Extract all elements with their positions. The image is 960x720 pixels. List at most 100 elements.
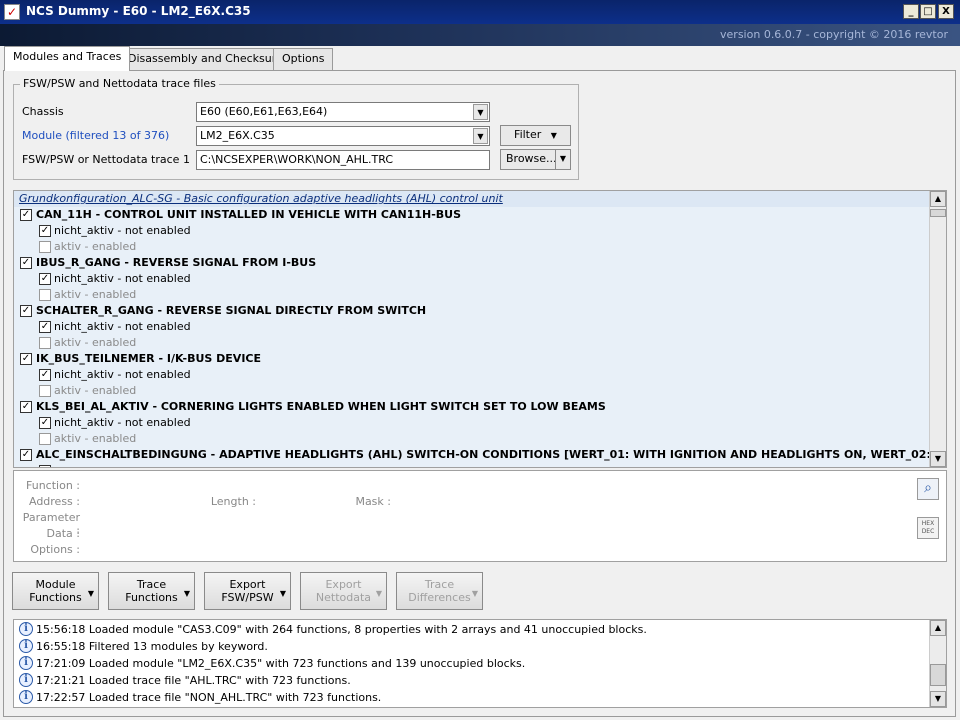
address-label: Address : <box>28 495 80 508</box>
tab-options[interactable]: Options <box>273 48 334 70</box>
maximize-button[interactable]: □ <box>920 4 936 19</box>
checkbox-checked-icon[interactable]: ✓ <box>39 321 51 333</box>
checkbox-checked-icon[interactable]: ✓ <box>39 369 51 381</box>
chevron-down-icon: ▼ <box>279 589 286 598</box>
btn-line1: Module <box>35 578 76 591</box>
tree-param-row[interactable]: ✓ KLS_BEI_AL_AKTIV - CORNERING LIGHTS EN… <box>14 399 930 415</box>
tree-param-row[interactable]: ✓ SCHALTER_R_GANG - REVERSE SIGNAL DIREC… <box>14 303 930 319</box>
tree-group-header[interactable]: Grundkonfiguration_ALC-SG - Basic config… <box>14 191 930 207</box>
mask-label: Mask : <box>355 495 391 508</box>
option-text: nicht_aktiv - not enabled <box>54 320 191 333</box>
chevron-down-icon[interactable]: ▼ <box>473 128 488 144</box>
hex-dec-toggle-button[interactable]: HEX DEC <box>917 517 939 539</box>
title-bar: ✓ NCS Dummy - E60 - LM2_E6X.C35 _ □ X <box>0 0 960 24</box>
option-text: nicht_aktiv - not enabled <box>54 224 191 237</box>
checkbox-unchecked-icon[interactable] <box>39 337 51 349</box>
checkbox-checked-icon[interactable]: ✓ <box>20 209 32 221</box>
log-list: i 15:56:18 Loaded module "CAS3.C09" with… <box>14 621 930 706</box>
tree-option-row[interactable] <box>14 463 930 467</box>
scroll-thumb[interactable] <box>930 209 946 217</box>
hex-text: HEX <box>921 520 935 527</box>
checkbox-checked-icon[interactable]: ✓ <box>39 225 51 237</box>
log-scrollbar[interactable]: ▲ ▼ <box>929 620 946 707</box>
scroll-up-icon[interactable]: ▲ <box>930 191 946 207</box>
checkbox-checked-icon[interactable]: ✓ <box>39 273 51 285</box>
checkbox-checked-icon[interactable]: ✓ <box>39 417 51 429</box>
checkbox-checked-icon[interactable]: ✓ <box>20 353 32 365</box>
tree-option-row[interactable]: aktiv - enabled <box>14 335 930 351</box>
trace-differences-button[interactable]: Trace Differences ▼ <box>396 572 483 610</box>
chevron-down-icon: ▼ <box>471 589 478 598</box>
tree-option-row[interactable]: aktiv - enabled <box>14 431 930 447</box>
function-label: Function : <box>26 479 80 492</box>
chassis-select[interactable]: E60 (E60,E61,E63,E64) ▼ <box>196 102 490 122</box>
scroll-up-icon[interactable]: ▲ <box>930 620 946 636</box>
checkbox-checked-icon[interactable]: ✓ <box>20 257 32 269</box>
tree-scrollbar[interactable]: ▲ ▼ <box>929 191 946 467</box>
module-select[interactable]: LM2_E6X.C35 ▼ <box>196 126 490 146</box>
tree-option-row[interactable]: ✓ nicht_aktiv - not enabled <box>14 223 930 239</box>
tab-modules-and-traces[interactable]: Modules and Traces <box>4 46 131 71</box>
tree-option-row[interactable]: aktiv - enabled <box>14 239 930 255</box>
tree-rows: ✓ CAN_11H - CONTROL UNIT INSTALLED IN VE… <box>14 207 946 467</box>
chevron-down-icon[interactable]: ▼ <box>473 104 488 120</box>
tree-param-row[interactable]: ✓ IK_BUS_TEILNEMER - I/K-BUS DEVICE <box>14 351 930 367</box>
tree-option-row[interactable]: ✓ nicht_aktiv - not enabled <box>14 319 930 335</box>
tree-option-row[interactable]: ✓ nicht_aktiv - not enabled <box>14 271 930 287</box>
chevron-down-icon: ▼ <box>87 589 94 598</box>
browse-label: Browse... <box>506 152 557 165</box>
log-entry: i 17:22:57 Loaded trace file "NON_AHL.TR… <box>14 689 930 706</box>
checkbox-unchecked-icon[interactable] <box>39 385 51 397</box>
search-icon[interactable]: ⌕ <box>917 478 939 500</box>
chevron-down-icon: ▼ <box>550 131 557 140</box>
btn-line1: Export <box>325 578 362 591</box>
tree-option-row[interactable]: aktiv - enabled <box>14 287 930 303</box>
btn-line2: Functions <box>125 591 178 604</box>
tab-disassembly-and-checksums[interactable]: Disassembly and Checksums <box>119 48 298 70</box>
close-button[interactable]: X <box>938 4 954 19</box>
info-icon: i <box>19 690 33 704</box>
log-text: 17:21:09 Loaded module "LM2_E6X.C35" wit… <box>36 657 526 670</box>
tree-option-row[interactable]: ✓ nicht_aktiv - not enabled <box>14 367 930 383</box>
param-name: ALC_EINSCHALTBEDINGUNG - ADAPTIVE HEADLI… <box>36 448 947 461</box>
export-fsw-psw-button[interactable]: Export FSW/PSW ▼ <box>204 572 291 610</box>
export-nettodata-button[interactable]: Export Nettodata ▼ <box>300 572 387 610</box>
btn-line1: Trace <box>136 578 167 591</box>
function-tree[interactable]: Grundkonfiguration_ALC-SG - Basic config… <box>13 190 947 468</box>
chevron-down-icon: ▼ <box>375 589 382 598</box>
tree-option-row[interactable]: ✓ nicht_aktiv - not enabled <box>14 415 930 431</box>
chassis-label: Chassis <box>22 105 64 118</box>
chevron-down-icon[interactable]: ▼ <box>555 150 570 169</box>
scroll-thumb[interactable] <box>930 664 946 686</box>
browse-button[interactable]: Browse... ▼ <box>500 149 571 170</box>
log-panel[interactable]: i 15:56:18 Loaded module "CAS3.C09" with… <box>13 619 947 708</box>
tree-param-row[interactable]: ✓ IBUS_R_GANG - REVERSE SIGNAL FROM I-BU… <box>14 255 930 271</box>
trace-functions-button[interactable]: Trace Functions ▼ <box>108 572 195 610</box>
module-label: Module (filtered 13 of 376) <box>22 129 170 142</box>
checkbox-checked-icon[interactable]: ✓ <box>20 449 32 461</box>
scroll-down-icon[interactable]: ▼ <box>930 691 946 707</box>
trace-path-input[interactable]: C:\NCSEXPER\WORK\NON_AHL.TRC <box>196 150 490 170</box>
module-functions-button[interactable]: Module Functions ▼ <box>12 572 99 610</box>
log-entry: i 17:21:09 Loaded module "LM2_E6X.C35" w… <box>14 655 930 672</box>
checkbox-unchecked-icon[interactable] <box>39 241 51 253</box>
chevron-down-icon: ▼ <box>183 589 190 598</box>
checkbox-checked-icon[interactable]: ✓ <box>20 401 32 413</box>
minimize-button[interactable]: _ <box>903 4 919 19</box>
tree-param-row[interactable]: ✓ ALC_EINSCHALTBEDINGUNG - ADAPTIVE HEAD… <box>14 447 946 463</box>
log-text: 15:56:18 Loaded module "CAS3.C09" with 2… <box>36 623 647 636</box>
function-details-panel: Function : Address : Length : Mask : Par… <box>13 470 947 562</box>
checkbox-checked-icon[interactable]: ✓ <box>20 305 32 317</box>
btn-line2: Nettodata <box>315 591 372 604</box>
btn-line2: FSW/PSW <box>221 591 274 604</box>
checkbox-unchecked-icon[interactable] <box>39 465 51 467</box>
btn-line1: Trace <box>424 578 455 591</box>
tree-param-row[interactable]: ✓ CAN_11H - CONTROL UNIT INSTALLED IN VE… <box>14 207 930 223</box>
tree-option-row[interactable]: aktiv - enabled <box>14 383 930 399</box>
checkbox-unchecked-icon[interactable] <box>39 433 51 445</box>
filter-button[interactable]: Filter ▼ <box>500 125 571 146</box>
checkbox-unchecked-icon[interactable] <box>39 289 51 301</box>
option-text: nicht_aktiv - not enabled <box>54 416 191 429</box>
scroll-down-icon[interactable]: ▼ <box>930 451 946 467</box>
param-name: IBUS_R_GANG - REVERSE SIGNAL FROM I-BUS <box>36 256 317 269</box>
